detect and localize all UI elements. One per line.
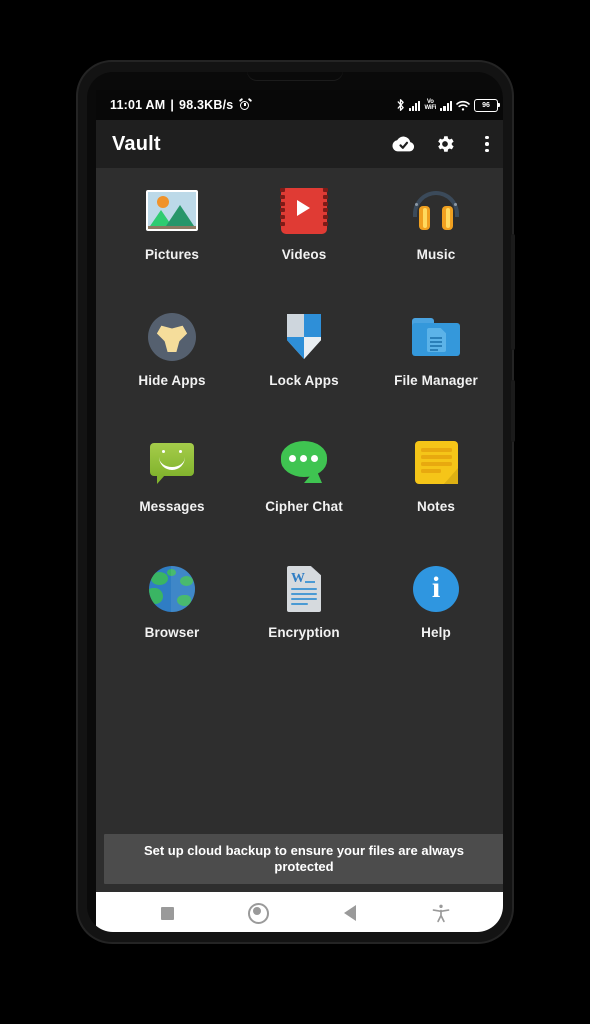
accessibility-icon[interactable] [421,898,461,928]
browser-icon [145,562,199,616]
grid-item-hide-apps[interactable]: Hide Apps [106,310,238,414]
status-bar: 11:01 AM | 98.3KB/s Vo WiFi 96 [96,90,503,120]
grid-item-label: Pictures [144,247,200,262]
encryption-icon: W [277,562,331,616]
cipher-chat-icon [277,436,331,490]
recents-square-icon[interactable] [148,898,188,928]
grid-item-label: Music [416,247,456,262]
wifi-icon [456,100,470,111]
grid-item-encryption[interactable]: W Encryption [238,562,370,666]
hide-apps-icon [145,310,199,364]
grid-item-label: Cipher Chat [265,499,343,514]
screenshot-stage: 11:01 AM | 98.3KB/s Vo WiFi 96 Vault Pic… [0,0,590,1024]
battery-level-text: 96 [482,101,490,109]
videos-icon [277,184,331,238]
volume-button[interactable] [511,234,515,350]
page-title: Vault [112,132,161,155]
cloud-done-icon[interactable] [390,131,416,157]
home-circle-icon[interactable] [239,898,279,928]
status-bar-left: 11:01 AM | 98.3KB/s [110,97,253,112]
app-bar-actions [390,131,500,157]
notes-icon [409,436,463,490]
back-triangle-icon[interactable] [330,898,370,928]
vowifi-bottom-text: WiFi [424,105,437,111]
status-bar-right: Vo WiFi 96 [396,98,501,112]
phone-body: 11:01 AM | 98.3KB/s Vo WiFi 96 Vault Pic… [87,72,503,932]
vowifi-indicator: Vo WiFi [424,99,436,111]
phone-device-frame: 11:01 AM | 98.3KB/s Vo WiFi 96 Vault Pic… [78,62,515,942]
system-navigation-bar [96,892,503,932]
file-manager-icon [409,310,463,364]
grid-item-label: Videos [281,247,327,262]
pictures-icon [145,184,199,238]
grid-item-help[interactable]: i Help [370,562,502,666]
gear-icon[interactable] [432,131,458,157]
app-grid: Pictures Videos Music Hide Apps Lock App… [96,168,503,806]
grid-item-label: Hide Apps [138,373,206,388]
lock-apps-icon [277,310,331,364]
grid-item-label: Messages [139,499,205,514]
cellular-signal-icon-1 [408,100,421,111]
grid-item-label: Lock Apps [269,373,339,388]
notch [247,72,343,80]
power-button[interactable] [511,380,515,442]
battery-icon: 96 [474,98,501,112]
music-icon [409,184,463,238]
grid-item-cipher-chat[interactable]: Cipher Chat [238,436,370,540]
phone-screen: 11:01 AM | 98.3KB/s Vo WiFi 96 Vault Pic… [96,90,503,932]
grid-item-videos[interactable]: Videos [238,184,370,288]
cellular-signal-icon-2 [440,100,452,111]
overflow-menu-icon[interactable] [474,131,500,157]
alarm-icon [238,97,253,111]
bluetooth-icon [397,99,404,111]
help-icon: i [409,562,463,616]
messages-icon [145,436,199,490]
grid-item-label: Help [421,625,451,640]
grid-item-file-manager[interactable]: File Manager [370,310,502,414]
grid-item-label: Notes [416,499,455,514]
grid-item-notes[interactable]: Notes [370,436,502,540]
status-separator: | [170,98,175,112]
app-bar: Vault [96,120,503,168]
grid-item-label: Browser [144,625,200,640]
status-network-speed: 98.3KB/s [179,98,234,112]
toast-message: Set up cloud backup to ensure your files… [104,833,503,884]
grid-item-label: Encryption [268,625,340,640]
grid-item-music[interactable]: Music [370,184,502,288]
grid-item-lock-apps[interactable]: Lock Apps [238,310,370,414]
grid-item-browser[interactable]: Browser [106,562,238,666]
grid-item-label: File Manager [394,373,478,388]
grid-item-pictures[interactable]: Pictures [106,184,238,288]
grid-item-messages[interactable]: Messages [106,436,238,540]
status-time: 11:01 AM [110,98,166,112]
